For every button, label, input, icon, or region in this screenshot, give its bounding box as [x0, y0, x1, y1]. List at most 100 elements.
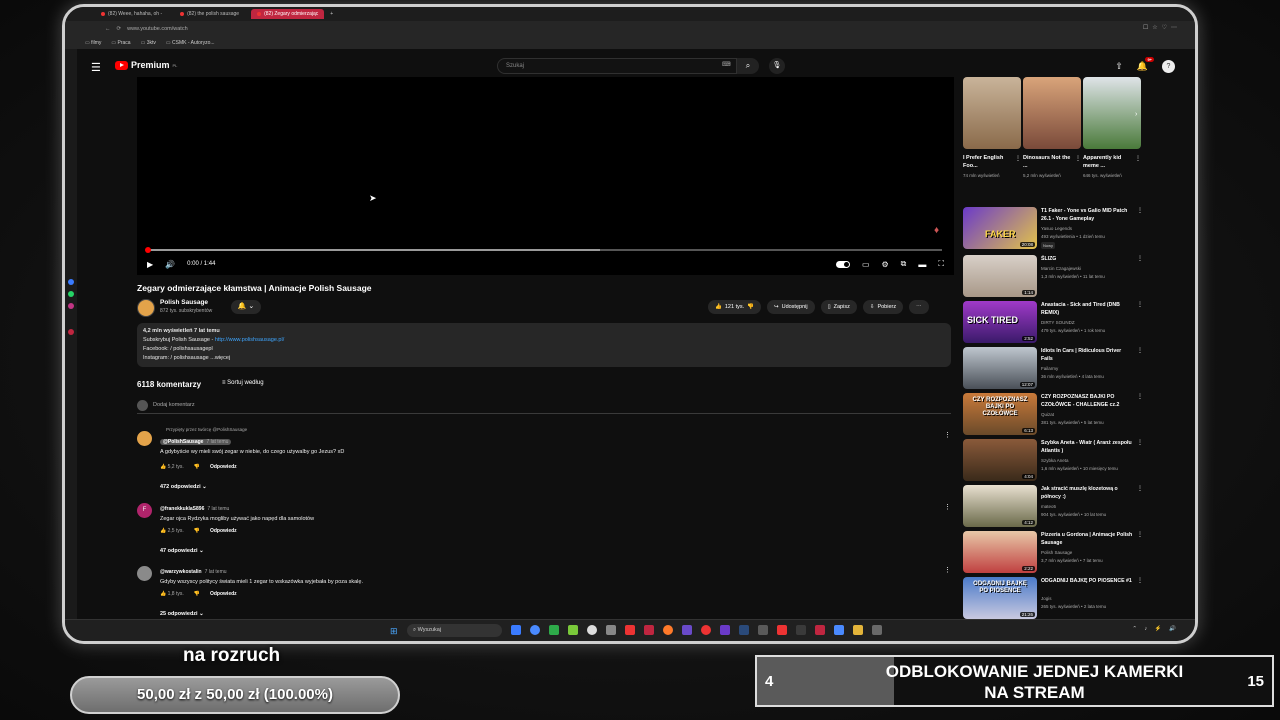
opera-icon[interactable] [644, 625, 654, 635]
more-icon[interactable]: ⋮ [1137, 301, 1143, 308]
taskbar-app-icon[interactable] [511, 625, 521, 635]
more-actions-button[interactable]: ⋯ [909, 300, 929, 314]
taskbar-app-icon[interactable] [587, 625, 597, 635]
channel-name[interactable]: Jogis [1041, 596, 1052, 601]
comment-dislike-icon[interactable]: 👎 [194, 464, 200, 470]
channel-avatar[interactable] [137, 299, 155, 317]
desc-instagram-line[interactable]: Instagram: / polishsausage ...więcej [143, 354, 945, 363]
recommended-video[interactable]: FAKER 20:08 T1 Faker - Yone vs Galio MID … [963, 207, 1143, 251]
comment-avatar[interactable] [137, 431, 152, 446]
video-title[interactable]: Szybka Aneta - Wiatr ( Aranż zespołu Atl… [1041, 439, 1133, 455]
more-icon[interactable]: ⋮ [1137, 577, 1143, 584]
search-input[interactable]: Szukaj [497, 58, 737, 74]
short-card[interactable]: Dinosaurs Not the ... 5,2 mln wyświetleń… [1023, 77, 1081, 179]
short-card[interactable]: Apparently kid meme ... 646 tys. wyświet… [1083, 77, 1141, 179]
channel-name[interactable]: mateo5 [1041, 504, 1056, 509]
bookmark-3ktv[interactable]: 3ktv [141, 40, 156, 46]
more-icon[interactable]: ⋮ [1137, 485, 1143, 492]
taskbar-search[interactable]: ⌕ Wyszukaj [407, 624, 502, 637]
comment-like-button[interactable]: 👍 2,5 tys. [160, 528, 184, 534]
channel-name[interactable]: Quizat [1041, 412, 1054, 417]
bookmark-praca[interactable]: Praca [111, 40, 131, 46]
like-button[interactable]: 👍 121 tys. 👎 [708, 300, 761, 314]
volume-icon[interactable]: 🔊 [165, 260, 175, 269]
comment-like-button[interactable]: 👍 1,8 tys. [160, 591, 184, 597]
replies-toggle[interactable]: 47 odpowiedzi ⌄ [160, 548, 204, 554]
video-thumbnail[interactable]: SICK TIRED 2:52 [963, 301, 1037, 343]
more-icon[interactable]: ⋮ [944, 566, 951, 574]
comment-author[interactable]: @warzywkostalin 7 lat temu [160, 569, 227, 575]
chrome-icon[interactable] [530, 625, 540, 635]
video-title[interactable]: CZY ROZPOZNASZ BAJKI PO CZOŁÓWCE - CHALL… [1041, 393, 1133, 409]
taskbar-app-icon[interactable] [834, 625, 844, 635]
recommended-video[interactable]: ODGADNIJ BAJKĘ PO PIOSENCE 21:26 ODGADNIJ… [963, 577, 1143, 621]
browser-tab-1[interactable]: (82) Weee, hahaha, oh - [95, 9, 168, 19]
video-title[interactable]: Pizzeria u Gordona | Animacje Polish Sau… [1041, 531, 1133, 547]
more-icon[interactable]: ⋮ [1015, 155, 1021, 162]
thumbs-down-icon[interactable]: 👎 [747, 304, 754, 310]
download-button[interactable]: ⇩ Pobierz [862, 300, 904, 314]
sidebar-icon[interactable] [68, 329, 74, 335]
comment-avatar[interactable] [137, 566, 152, 581]
short-thumbnail[interactable] [1083, 77, 1141, 149]
channel-name[interactable]: Yasuo Legends [1041, 226, 1072, 231]
discord-icon[interactable] [682, 625, 692, 635]
taskbar-app-icon[interactable] [549, 625, 559, 635]
new-tab-icon[interactable]: + [330, 11, 333, 17]
comment-author[interactable]: @PolishSausage 7 lat temu [160, 439, 232, 445]
back-icon[interactable]: ← [105, 26, 111, 32]
video-thumbnail[interactable]: 4:04 [963, 439, 1037, 481]
recommended-video[interactable]: SICK TIRED 2:52 Anastacia - Sick and Tire… [963, 301, 1143, 345]
taskbar-app-icon[interactable] [568, 625, 578, 635]
short-thumbnail[interactable] [1023, 77, 1081, 149]
video-thumbnail[interactable]: CZY ROZPOZNASZ BAJKI PO CZOŁÓWCE 6:13 [963, 393, 1037, 435]
more-icon[interactable]: ⋮ [944, 431, 951, 439]
channel-name[interactable]: Polish Sausage [1041, 550, 1072, 555]
sort-button[interactable]: ≡ Sortuj według [222, 380, 264, 386]
browser-toolbar-icons[interactable]: ☐☆♡⋯ [1143, 24, 1181, 31]
more-icon[interactable]: ⋮ [1137, 255, 1143, 262]
settings-icon[interactable]: ⚙ [882, 260, 889, 269]
steam-icon[interactable] [739, 625, 749, 635]
comment-author[interactable]: @franekkuklaS896 7 lat temu [160, 506, 229, 512]
taskbar-app-icon[interactable] [777, 625, 787, 635]
video-thumbnail[interactable]: 1:14 [963, 255, 1037, 297]
more-icon[interactable]: ⋮ [1137, 393, 1143, 400]
more-icon[interactable]: ⋮ [1137, 347, 1143, 354]
search-button[interactable]: ⌕ [737, 58, 759, 74]
address-bar[interactable]: ← ⟳ www.youtube.com/watch [65, 21, 1195, 37]
more-icon[interactable]: ⋮ [1075, 155, 1081, 162]
save-button[interactable]: ▯ Zapisz [820, 300, 857, 314]
channel-watermark-icon[interactable]: ♦ [934, 225, 946, 239]
taskbar-app-icon[interactable] [701, 625, 711, 635]
more-icon[interactable]: ⋮ [944, 503, 951, 511]
video-title[interactable]: ODGADNIJ BAJKĘ PO PIOSENCE #1 [1041, 577, 1133, 585]
channel-name[interactable]: Polish Sausage [160, 299, 208, 306]
more-icon[interactable]: ⋮ [1137, 439, 1143, 446]
menu-icon[interactable]: ☰ [91, 61, 101, 74]
taskbar-app-icon[interactable] [758, 625, 768, 635]
miniplayer-icon[interactable]: ⧉ [901, 259, 907, 269]
video-title[interactable]: T1 Faker - Yone vs Galio MID Patch 26.1 … [1041, 207, 1133, 223]
share-button[interactable]: ↪ Udostępnij [766, 300, 815, 314]
youtube-logo[interactable]: Premium PL [115, 60, 177, 70]
channel-name[interactable]: DIRTY SOUNDZ [1041, 320, 1075, 325]
bookmark-filmy[interactable]: filmy [85, 40, 101, 46]
browser-tab-3[interactable]: (82) Zegary odmierzając [251, 9, 325, 19]
video-title[interactable]: ŚLIZG [1041, 255, 1133, 263]
instagram-icon[interactable] [68, 303, 74, 309]
folder-icon[interactable] [853, 625, 863, 635]
short-title[interactable]: I Prefer English Foo... [963, 154, 1011, 170]
firefox-icon[interactable] [663, 625, 673, 635]
short-title[interactable]: Apparently kid meme ... [1083, 154, 1131, 170]
taskbar-app-icon[interactable] [606, 625, 616, 635]
recommended-video[interactable]: CZY ROZPOZNASZ BAJKI PO CZOŁÓWCE 6:13 CZY… [963, 393, 1143, 437]
browser-tab-2[interactable]: (82) the polish sausage [174, 9, 245, 19]
channel-name[interactable]: Szybka Aneta [1041, 458, 1069, 463]
subscribed-bell-button[interactable]: 🔔 ⌄ [231, 300, 261, 314]
reload-icon[interactable]: ⟳ [117, 26, 122, 32]
progress-knob[interactable] [145, 247, 151, 253]
avatar[interactable]: ? [1162, 60, 1175, 73]
video-title[interactable]: Jak stracić muszlę klozetową o północy :… [1041, 485, 1133, 501]
subtitles-icon[interactable]: ▭ [862, 260, 870, 269]
